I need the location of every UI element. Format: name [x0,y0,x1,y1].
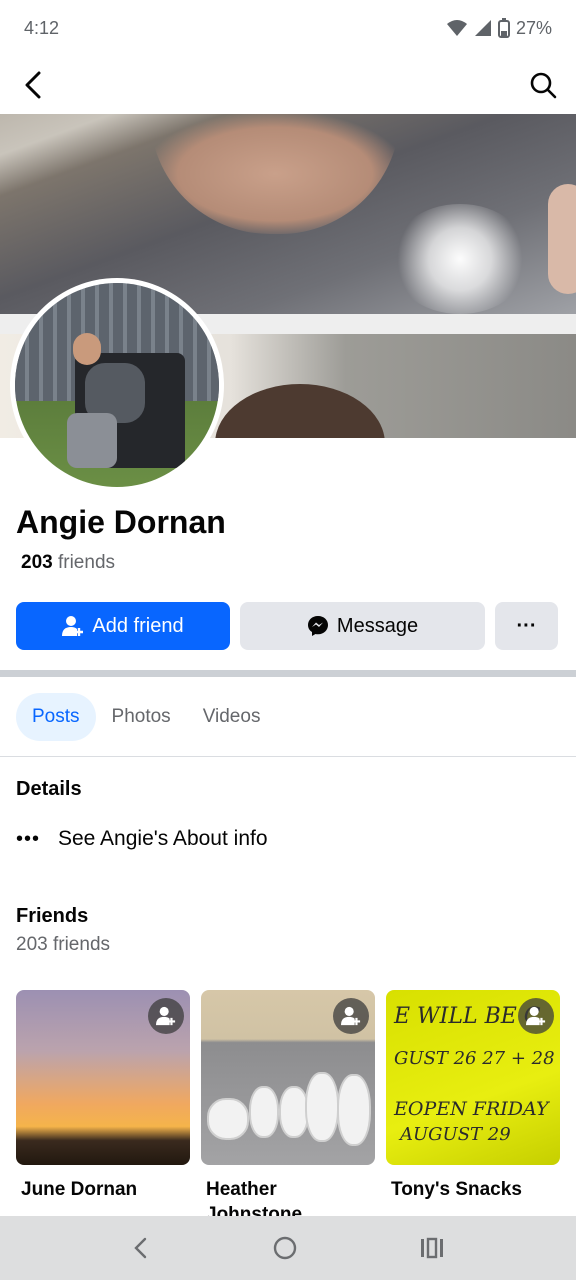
wifi-icon [446,20,467,36]
search-button[interactable] [528,70,558,100]
tab-photos[interactable]: Photos [96,693,187,741]
messenger-icon [307,616,328,636]
add-friend-icon [156,1006,176,1026]
more-options-icon: ··· [516,614,537,637]
add-friend-icon [526,1006,546,1026]
system-back-icon[interactable] [131,1236,151,1260]
profile-tabs: Posts Photos Videos [16,693,276,741]
system-nav-bar [0,1216,576,1280]
about-info-link[interactable]: ••• See Angie's About info [16,822,268,856]
friends-grid: June Dornan Heather Johnstone E WILL BE … [16,990,560,1227]
top-nav [0,56,576,114]
message-label: Message [336,614,419,637]
add-friend-icon [62,616,84,636]
status-bar: 4:12 27% [0,0,576,56]
search-icon [530,72,557,99]
friend-photo[interactable] [201,990,375,1165]
message-button[interactable]: Message [240,602,485,650]
friend-card[interactable]: Heather Johnstone [201,990,375,1227]
friend-name[interactable]: June Dornan [16,1177,190,1202]
status-time: 4:12 [24,17,60,38]
friend-name[interactable]: Tony's Snacks [386,1177,560,1202]
system-recents-icon[interactable] [419,1236,445,1260]
profile-friends-count[interactable]: 203 friends [21,552,115,574]
back-arrow-icon [25,71,41,99]
add-friend-label: Add friend [92,614,184,637]
profile-avatar[interactable] [10,278,224,492]
friends-number: 203 [21,552,53,573]
tab-videos[interactable]: Videos [187,693,277,741]
friend-card[interactable]: June Dornan [16,990,190,1227]
tab-posts[interactable]: Posts [16,693,96,741]
friends-word: friends [57,552,116,573]
back-button[interactable] [18,70,48,100]
add-friend-button[interactable]: Add friend [16,602,230,650]
signal-icon [474,20,491,36]
details-title: Details [16,778,82,800]
add-friend-badge[interactable] [518,998,554,1034]
battery-percent: 27% [515,17,552,38]
more-dots-icon: ••• [16,827,41,850]
profile-actions: Add friend Message ··· [16,602,560,650]
profile-name: Angie Dornan [16,504,226,540]
friend-card[interactable]: E WILL BE C GUST 26 27 + 28 EOPEN FRIDAY… [386,990,560,1227]
status-icons: 27% [446,18,552,39]
system-home-icon[interactable] [272,1235,298,1261]
tabs-divider [0,756,576,757]
add-friend-badge[interactable] [333,998,369,1034]
about-info-label: See Angie's About info [58,827,268,850]
friends-title: Friends [16,905,89,927]
friend-photo[interactable] [16,990,190,1165]
section-divider [0,670,576,677]
add-friend-badge[interactable] [148,998,184,1034]
more-options-button[interactable]: ··· [495,602,558,650]
friends-subtitle: 203 friends [16,934,111,955]
battery-icon [497,18,510,38]
friend-photo[interactable]: E WILL BE C GUST 26 27 + 28 EOPEN FRIDAY… [386,990,560,1165]
add-friend-icon [341,1006,361,1026]
